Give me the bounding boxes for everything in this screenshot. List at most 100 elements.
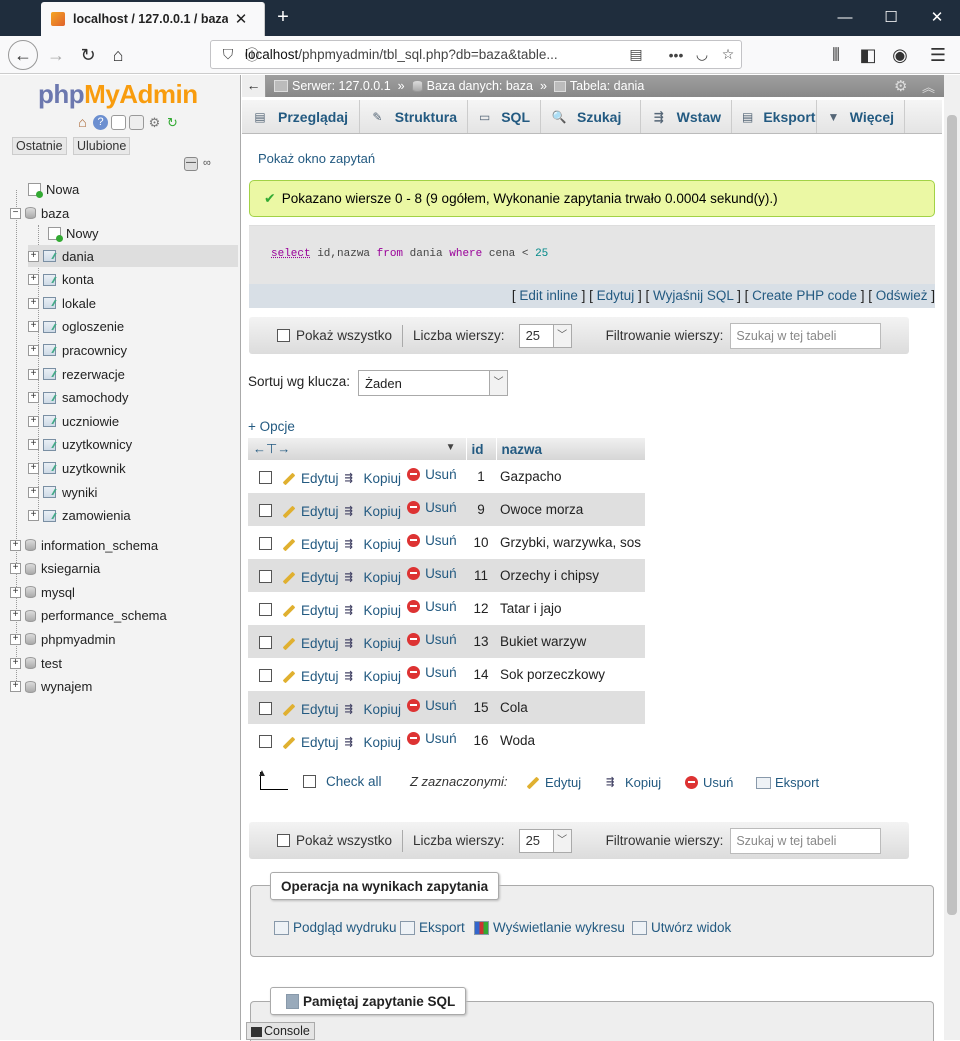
column-resize-arrows-icon[interactable]: ←⊤→: [253, 441, 290, 456]
show-query-link[interactable]: Pokaż okno zapytań: [258, 151, 375, 166]
expand-icon[interactable]: +: [28, 344, 39, 356]
cell-nazwa[interactable]: Orzechy i chipsy: [496, 559, 646, 592]
row-delete-button[interactable]: Usuń: [407, 566, 457, 581]
tree-table-ogloszenie[interactable]: + ogloszenie: [28, 316, 124, 338]
row-copy-button[interactable]: ⇶ Kopiuj: [345, 537, 402, 552]
row-edit-button[interactable]: Edytuj: [282, 636, 339, 651]
row-edit-button[interactable]: Edytuj: [282, 471, 339, 486]
row-delete-button[interactable]: Usuń: [407, 698, 457, 713]
tree-table-zamowienia[interactable]: + zamowienia: [28, 505, 131, 527]
cell-id[interactable]: 12: [466, 592, 496, 625]
explain-sql-link[interactable]: Wyjaśnij SQL: [653, 288, 733, 303]
expand-icon[interactable]: +: [28, 274, 39, 286]
tree-db-wynajem[interactable]: + wynajem: [10, 676, 92, 698]
rows-select[interactable]: 25 ﹀: [518, 323, 572, 348]
minimize-button[interactable]: —: [822, 0, 868, 36]
edit-inline-link[interactable]: Edit inline: [519, 288, 578, 303]
breadcrumb-database[interactable]: Baza danych: baza: [427, 79, 533, 93]
tree-table-uzytkownik[interactable]: + uzytkownik: [28, 457, 126, 479]
row-checkbox[interactable]: [259, 734, 272, 748]
cell-nazwa[interactable]: Owoce morza: [496, 493, 646, 526]
create-php-link[interactable]: Create PHP code: [752, 288, 857, 303]
row-edit-button[interactable]: Edytuj: [282, 570, 339, 585]
filter-input[interactable]: Szukaj w tej tabeli: [730, 322, 882, 349]
display-chart-link[interactable]: Wyświetlanie wykresu: [474, 920, 625, 935]
row-delete-button[interactable]: Usuń: [407, 467, 457, 482]
bulk-copy-button[interactable]: ⇶ Kopiuj: [606, 775, 661, 790]
tree-db-phpmyadmin[interactable]: + phpmyadmin: [10, 628, 115, 650]
row-copy-button[interactable]: ⇶ Kopiuj: [345, 669, 402, 684]
row-checkbox[interactable]: [259, 668, 272, 682]
forward-arrow-icon[interactable]: →: [42, 41, 70, 69]
home-icon[interactable]: ⌂: [75, 115, 90, 130]
edit-query-link[interactable]: Edytuj: [597, 288, 635, 303]
tab-sql[interactable]: ▭ SQL: [468, 100, 541, 133]
tab-insert[interactable]: ⇶ Wstaw: [641, 100, 732, 133]
row-edit-button[interactable]: Edytuj: [282, 603, 339, 618]
url-text[interactable]: localhost/phpmyadmin/tbl_sql.php?db=baza…: [245, 47, 623, 62]
expand-icon[interactable]: +: [10, 681, 21, 693]
tab-export[interactable]: ▤ Eksport: [732, 100, 817, 133]
copy-icon[interactable]: [129, 115, 144, 130]
reader-view-icon[interactable]: ▤: [623, 46, 649, 63]
cell-id[interactable]: 11: [466, 559, 496, 592]
sql-query-text[interactable]: select id,nazwa from dania where cena < …: [271, 248, 548, 260]
expand-icon[interactable]: +: [28, 486, 39, 498]
scrollbar[interactable]: [944, 75, 960, 1040]
show-all-checkbox[interactable]: [277, 329, 290, 342]
row-edit-button[interactable]: Edytuj: [282, 702, 339, 717]
row-edit-button[interactable]: Edytuj: [282, 504, 339, 519]
tab-search[interactable]: 🔍 Szukaj: [541, 100, 641, 133]
cell-nazwa[interactable]: Grzybki, warzywka, sos: [496, 526, 646, 559]
row-edit-button[interactable]: Edytuj: [282, 735, 339, 750]
account-icon[interactable]: ◉: [886, 41, 914, 69]
expand-icon[interactable]: +: [28, 250, 39, 262]
filter-input-bottom[interactable]: Szukaj w tej tabeli: [730, 827, 882, 854]
options-link[interactable]: + Opcje: [248, 419, 295, 434]
cell-id[interactable]: 15: [466, 691, 496, 724]
row-delete-button[interactable]: Usuń: [407, 731, 457, 746]
expand-icon[interactable]: +: [10, 586, 21, 598]
create-view-link[interactable]: Utwórz widok: [632, 920, 731, 935]
row-checkbox[interactable]: [259, 470, 272, 484]
row-copy-button[interactable]: ⇶ Kopiuj: [345, 636, 402, 651]
tab-structure[interactable]: ✎ Struktura: [360, 100, 468, 133]
tree-db-baza[interactable]: − baza: [10, 202, 69, 224]
rows-select-bottom[interactable]: 25 ﹀: [518, 828, 572, 853]
home-icon[interactable]: ⌂: [104, 41, 132, 69]
new-tab-button[interactable]: +: [270, 4, 296, 30]
expand-icon[interactable]: +: [28, 462, 39, 474]
expand-icon[interactable]: +: [28, 439, 39, 451]
docs-icon[interactable]: [111, 115, 126, 130]
row-delete-button[interactable]: Usuń: [407, 533, 457, 548]
maximize-button[interactable]: ☐: [868, 0, 914, 36]
page-actions-icon[interactable]: •••: [663, 47, 689, 63]
column-header-id[interactable]: id: [466, 438, 497, 460]
row-copy-button[interactable]: ⇶ Kopiuj: [345, 702, 402, 717]
tree-table-wyniki[interactable]: + wyniki: [28, 481, 97, 503]
menu-icon[interactable]: ☰: [924, 41, 952, 69]
tree-db-test[interactable]: + test: [10, 652, 62, 674]
gear-icon[interactable]: ⚙: [894, 77, 907, 95]
row-checkbox[interactable]: [259, 503, 272, 517]
cell-nazwa[interactable]: Sok porzeczkowy: [496, 658, 646, 691]
breadcrumb-table[interactable]: Tabela: dania: [570, 79, 644, 93]
column-header-nazwa[interactable]: nazwa: [496, 438, 646, 460]
tree-table-konta[interactable]: + konta: [28, 269, 94, 291]
row-copy-button[interactable]: ⇶ Kopiuj: [345, 471, 402, 486]
console-button[interactable]: Console: [246, 1022, 315, 1040]
expand-icon[interactable]: +: [28, 321, 39, 333]
row-copy-button[interactable]: ⇶ Kopiuj: [345, 570, 402, 585]
cell-nazwa[interactable]: Tatar i jajo: [496, 592, 646, 625]
recent-button[interactable]: Ostatnie: [12, 137, 67, 155]
row-delete-button[interactable]: Usuń: [407, 632, 457, 647]
info-icon[interactable]: ⓘ: [239, 45, 265, 65]
row-checkbox[interactable]: [259, 701, 272, 715]
tree-table-samochody[interactable]: + samochody: [28, 387, 128, 409]
pocket-icon[interactable]: ◡: [689, 46, 715, 63]
cell-id[interactable]: 9: [466, 493, 496, 526]
breadcrumb-server[interactable]: Serwer: 127.0.0.1: [292, 79, 391, 93]
shield-icon[interactable]: ⛉: [215, 46, 241, 63]
sort-select[interactable]: Żaden ﹀: [358, 370, 508, 396]
sidebar-icon[interactable]: ◧: [854, 41, 882, 69]
